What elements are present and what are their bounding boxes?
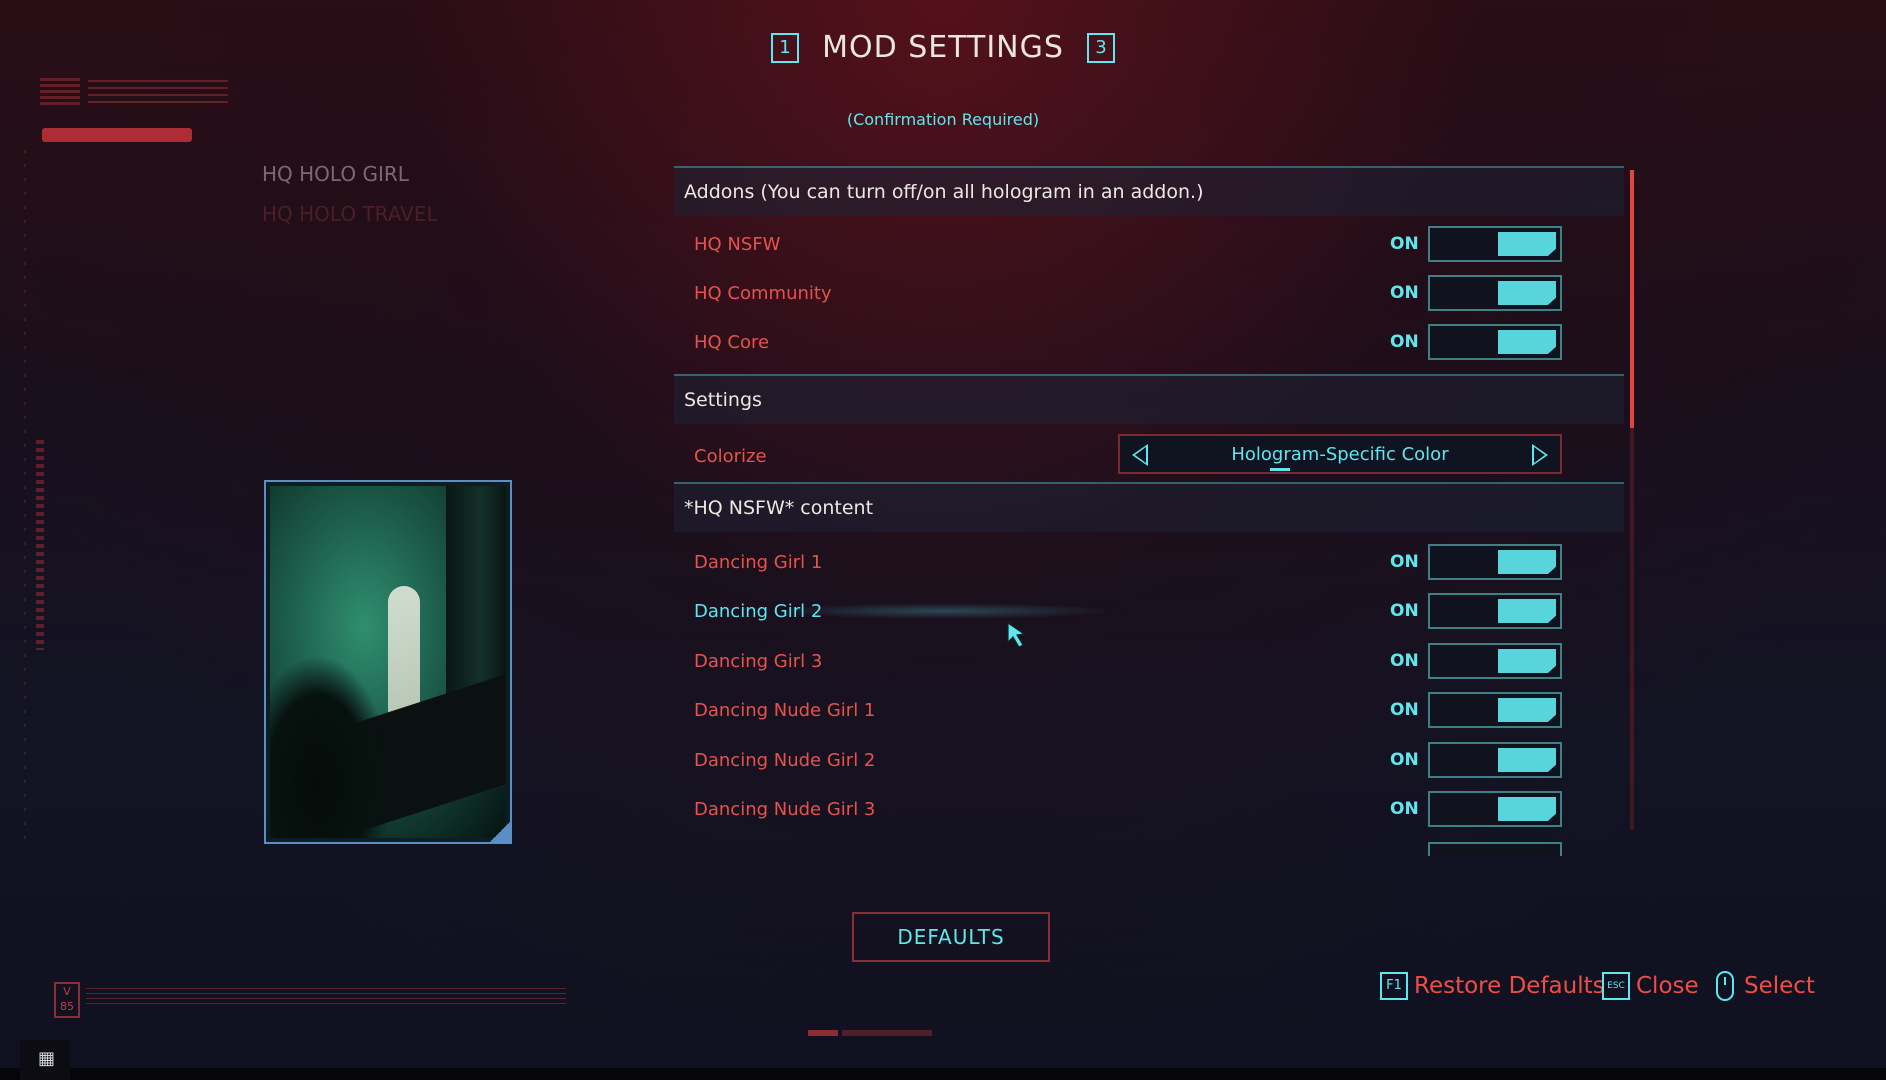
decor-fine-text	[88, 80, 228, 104]
restore-defaults-label: Restore Defaults	[1414, 973, 1605, 999]
toggle-switch[interactable]	[1428, 692, 1562, 728]
selector-position-indicator	[1270, 468, 1290, 471]
setting-label: Dancing Nude Girl 1	[694, 700, 876, 721]
preview-hologram-figure	[388, 586, 420, 716]
setting-row-hq-nsfw[interactable]: HQ NSFW ON	[674, 222, 1624, 268]
toggle-switch[interactable]	[1428, 643, 1562, 679]
toggle-switch[interactable]	[1428, 791, 1562, 827]
setting-row-hq-core[interactable]: HQ Core ON	[674, 320, 1624, 366]
toggle-state: ON	[1390, 700, 1419, 720]
section-settings-title: Settings	[684, 389, 762, 411]
setting-label: Dancing Girl 3	[694, 651, 823, 672]
toggle-switch[interactable]	[1428, 226, 1562, 262]
close-label: Close	[1636, 973, 1699, 999]
section-addons: Addons (You can turn off/on all hologram…	[674, 166, 1624, 216]
page-title: MOD SETTINGS	[822, 30, 1064, 65]
setting-row-partial	[674, 842, 1624, 856]
section-nsfw-title: *HQ NSFW* content	[684, 497, 874, 519]
toggle-switch[interactable]	[1428, 324, 1562, 360]
decor-dotted-line	[24, 150, 26, 850]
setting-row-colorize[interactable]: Colorize Hologram-Specific Color	[674, 434, 1624, 480]
v-badge-icon: V 85	[54, 982, 80, 1018]
toggle-switch[interactable]	[1428, 593, 1562, 629]
mouse-icon	[1716, 971, 1734, 1001]
setting-row-dancing-nude-girl-1[interactable]: Dancing Nude Girl 1 ON	[674, 688, 1624, 734]
preview-tree	[270, 658, 390, 838]
next-tab-key[interactable]: 3	[1087, 32, 1116, 63]
legal-fine-print	[86, 988, 566, 1006]
select-hint[interactable]: Select	[1716, 968, 1815, 1004]
setting-row-dancing-girl-1[interactable]: Dancing Girl 1 ON	[674, 540, 1624, 586]
toggle-switch[interactable]	[1428, 544, 1562, 580]
setting-label: HQ NSFW	[694, 234, 781, 255]
setting-row-dancing-nude-girl-3[interactable]: Dancing Nude Girl 3 ON	[674, 787, 1624, 833]
section-nsfw-content: *HQ NSFW* content	[674, 482, 1624, 532]
toggle-state: ON	[1390, 750, 1419, 770]
setting-label: HQ Community	[694, 283, 832, 304]
section-addons-title: Addons (You can turn off/on all hologram…	[684, 181, 1204, 203]
toggle-state: ON	[1390, 601, 1419, 621]
defaults-button[interactable]: DEFAULTS	[852, 912, 1050, 962]
selector-value: Hologram-Specific Color	[1231, 444, 1449, 465]
setting-row-dancing-girl-2[interactable]: Dancing Girl 2 ON	[674, 589, 1624, 635]
grid-icon: ▦	[38, 1048, 56, 1069]
toggle-state: ON	[1390, 283, 1419, 303]
colorize-selector[interactable]: Hologram-Specific Color	[1118, 434, 1562, 474]
protocol-logo	[40, 78, 80, 106]
mod-settings-screen: 1 MOD SETTINGS 3 (Confirmation Required)…	[0, 0, 1886, 1068]
confirmation-notice: (Confirmation Required)	[846, 110, 1040, 129]
page-header: 1 MOD SETTINGS 3	[0, 30, 1886, 65]
toggle-state: ON	[1390, 332, 1419, 352]
toggle-state: ON	[1390, 651, 1419, 671]
decor-arrow-tag	[808, 1030, 838, 1036]
setting-row-hq-community[interactable]: HQ Community ON	[674, 271, 1624, 317]
restore-defaults-hint[interactable]: F1 Restore Defaults	[1380, 968, 1605, 1004]
toggle-state: ON	[1390, 234, 1419, 254]
setting-label: Dancing Girl 1	[694, 552, 823, 573]
toggle-state: ON	[1390, 799, 1419, 819]
app-grid-button[interactable]: ▦	[20, 1040, 70, 1080]
close-hint[interactable]: ESC Close	[1602, 968, 1699, 1004]
setting-label: Dancing Girl 2	[694, 601, 823, 622]
decor-red-tag	[42, 128, 192, 142]
hand-cursor-icon	[1007, 621, 1026, 648]
side-menu-item-holo-travel[interactable]: HQ HOLO TRAVEL	[262, 202, 438, 226]
hologram-preview-image	[264, 480, 512, 844]
row-hover-highlight	[774, 603, 1114, 619]
toggle-switch-partial[interactable]	[1428, 842, 1562, 856]
f1-key-icon: F1	[1380, 972, 1408, 1000]
prev-tab-key[interactable]: 1	[770, 32, 799, 63]
section-settings: Settings	[674, 374, 1624, 424]
setting-row-dancing-nude-girl-2[interactable]: Dancing Nude Girl 2 ON	[674, 738, 1624, 784]
setting-label: Colorize	[694, 446, 767, 467]
setting-label: Dancing Nude Girl 2	[694, 750, 876, 771]
decor-vertical-text	[36, 440, 44, 650]
setting-row-dancing-girl-3[interactable]: Dancing Girl 3 ON	[674, 639, 1624, 685]
taskbar-strip	[0, 1068, 1886, 1080]
preview-corner-mark	[490, 822, 510, 842]
setting-label: HQ Core	[694, 332, 770, 353]
select-label: Select	[1744, 973, 1815, 999]
setting-label: Dancing Nude Girl 3	[694, 799, 876, 820]
settings-panel: Addons (You can turn off/on all hologram…	[674, 166, 1624, 856]
toggle-switch[interactable]	[1428, 742, 1562, 778]
arrow-right-icon[interactable]	[1532, 444, 1548, 466]
toggle-state: ON	[1390, 552, 1419, 572]
settings-scrollbar-thumb[interactable]	[1630, 170, 1634, 428]
esc-key-icon: ESC	[1602, 972, 1630, 1000]
decor-tag-text	[842, 1030, 932, 1036]
side-menu-item-holo-girl[interactable]: HQ HOLO GIRL	[262, 162, 409, 186]
toggle-switch[interactable]	[1428, 275, 1562, 311]
